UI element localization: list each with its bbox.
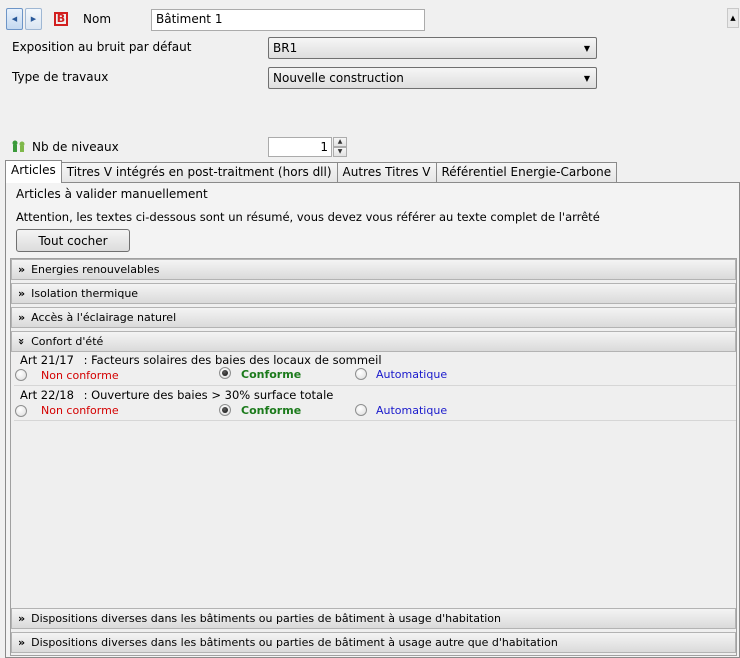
section-label: Confort d'été xyxy=(31,335,104,348)
levels-label: Nb de niveaux xyxy=(32,140,119,154)
works-type-select[interactable]: Nouvelle construction ▼ xyxy=(268,67,597,89)
levels-value[interactable]: 1 xyxy=(268,137,332,157)
levels-icon xyxy=(11,139,27,153)
article-row: Art 21/17 : Facteurs solaires des baies … xyxy=(14,352,736,386)
tab-referentiel-energie-carbone[interactable]: Référentiel Energie-Carbone xyxy=(435,162,618,183)
works-type-value: Nouvelle construction xyxy=(273,71,404,85)
works-type-label: Type de travaux xyxy=(12,70,109,84)
noise-exposure-value: BR1 xyxy=(273,41,298,55)
triangle-up-icon: ▲ xyxy=(730,14,736,22)
radio-label-automatique: Automatique xyxy=(376,404,448,417)
section-energies-renouvelables[interactable]: » Energies renouvelables xyxy=(11,259,736,280)
article-heading: Art 21/17 : Facteurs solaires des baies … xyxy=(20,353,382,367)
radio-automatique[interactable] xyxy=(355,404,367,416)
section-dispositions-habitation[interactable]: » Dispositions diverses dans les bâtimen… xyxy=(11,608,736,629)
section-isolation-thermique[interactable]: » Isolation thermique xyxy=(11,283,736,304)
section-dispositions-autre-habitation[interactable]: » Dispositions diverses dans les bâtimen… xyxy=(11,632,736,653)
article-row: Art 22/18 : Ouverture des baies > 30% su… xyxy=(14,387,736,421)
double-chevron-right-icon: » xyxy=(18,263,26,276)
triangle-right-icon: ▶ xyxy=(30,15,37,23)
section-label: Dispositions diverses dans les bâtiments… xyxy=(31,612,502,625)
section-label: Accès à l'éclairage naturel xyxy=(31,311,177,324)
radio-automatique[interactable] xyxy=(355,368,367,380)
tab-bar: Articles Titres V intégrés en post-trait… xyxy=(5,160,618,183)
radio-label-conforme: Conforme xyxy=(241,404,302,417)
article-code: Art 21/17 xyxy=(20,353,74,367)
levels-spinner[interactable]: 1 ▲ ▼ xyxy=(268,137,347,157)
radio-label-non-conforme: Non conforme xyxy=(41,369,119,382)
radio-non-conforme[interactable] xyxy=(15,405,27,417)
double-chevron-right-icon: » xyxy=(18,311,26,324)
articles-notice: Attention, les textes ci-dessous sont un… xyxy=(16,210,600,224)
tab-autres-titres-v[interactable]: Autres Titres V xyxy=(336,162,437,183)
spin-up-icon[interactable]: ▲ xyxy=(333,137,347,147)
tab-titres-v-integres[interactable]: Titres V intégrés en post-traitment (hor… xyxy=(60,162,338,183)
radio-non-conforme[interactable] xyxy=(15,369,27,381)
building-b-icon: B xyxy=(54,12,68,26)
article-heading: Art 22/18 : Ouverture des baies > 30% su… xyxy=(20,388,333,402)
tab-articles[interactable]: Articles xyxy=(5,160,62,183)
double-chevron-right-icon: » xyxy=(18,612,26,625)
articles-group-title: Articles à valider manuellement xyxy=(16,187,208,201)
spin-down-icon[interactable]: ▼ xyxy=(333,147,347,157)
double-chevron-right-icon: » xyxy=(18,636,26,649)
article-title: : Facteurs solaires des baies des locaux… xyxy=(83,353,382,367)
section-label: Energies renouvelables xyxy=(31,263,160,276)
forward-button[interactable]: ▶ xyxy=(25,8,42,30)
section-confort-ete[interactable]: » Confort d'été xyxy=(11,331,736,352)
radio-label-conforme: Conforme xyxy=(241,368,302,381)
section-acces-eclairage-naturel[interactable]: » Accès à l'éclairage naturel xyxy=(11,307,736,328)
double-chevron-down-icon: » xyxy=(15,337,29,346)
check-all-button[interactable]: Tout cocher xyxy=(16,229,130,252)
triangle-left-icon: ◀ xyxy=(11,15,18,23)
double-chevron-right-icon: » xyxy=(18,287,26,300)
name-input[interactable]: Bâtiment 1 xyxy=(151,9,425,31)
noise-exposure-select[interactable]: BR1 ▼ xyxy=(268,37,597,59)
scroll-up-button[interactable]: ▲ xyxy=(727,8,739,28)
radio-conforme[interactable] xyxy=(219,404,231,416)
radio-label-non-conforme: Non conforme xyxy=(41,404,119,417)
article-code: Art 22/18 xyxy=(20,388,74,402)
radio-label-automatique: Automatique xyxy=(376,368,448,381)
section-label: Isolation thermique xyxy=(31,287,139,300)
name-label: Nom xyxy=(83,12,112,26)
article-title: : Ouverture des baies > 30% surface tota… xyxy=(83,388,334,402)
dropdown-arrow-icon: ▼ xyxy=(583,73,590,83)
radio-conforme[interactable] xyxy=(219,367,231,379)
noise-exposure-label: Exposition au bruit par défaut xyxy=(12,40,192,54)
dropdown-arrow-icon: ▼ xyxy=(583,43,590,53)
back-button[interactable]: ◀ xyxy=(6,8,23,30)
section-label: Dispositions diverses dans les bâtiments… xyxy=(31,636,558,649)
